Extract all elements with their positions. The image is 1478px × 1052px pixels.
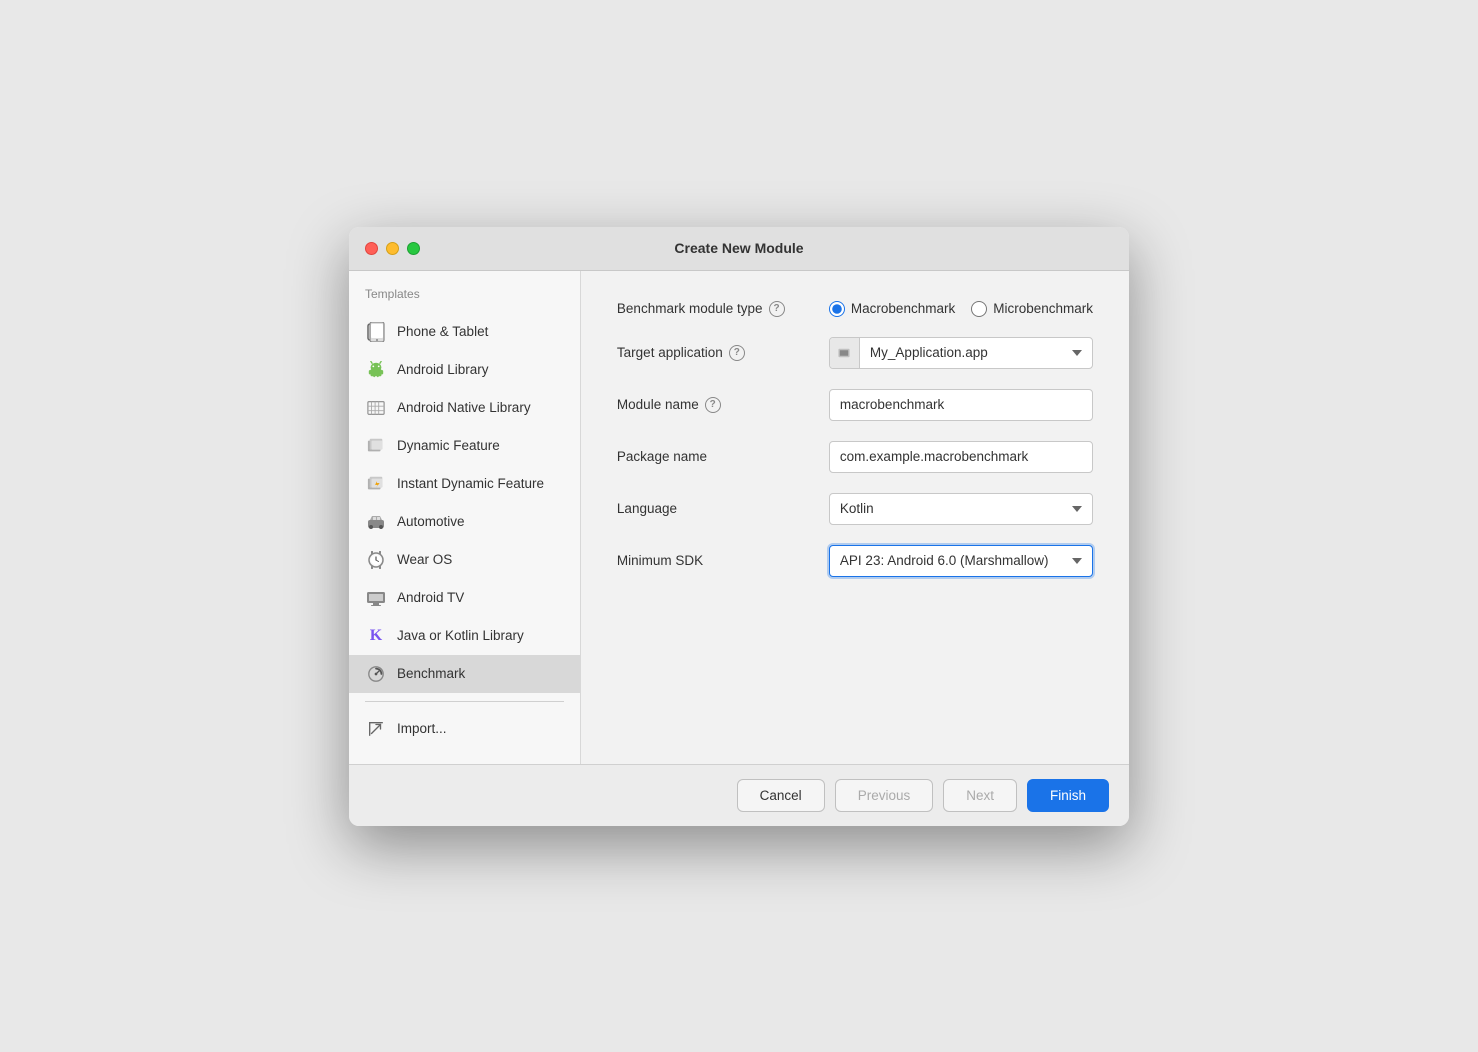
finish-button[interactable]: Finish [1027,779,1109,812]
target-application-select[interactable]: My_Application.app [860,339,1092,366]
sidebar-item-dynamic-feature[interactable]: Dynamic Feature [349,427,580,465]
macrobenchmark-radio-input[interactable] [829,301,845,317]
instant-dynamic-feature-icon [365,473,387,495]
module-name-label: Module name ? [617,397,817,413]
android-native-library-icon [365,397,387,419]
cancel-button[interactable]: Cancel [737,779,825,812]
sidebar-item-java-kotlin-library-label: Java or Kotlin Library [397,628,524,643]
module-name-row: Module name ? [617,389,1093,421]
benchmark-module-type-row: Benchmark module type ? Macrobenchmark M… [617,301,1093,317]
import-icon [365,718,387,740]
sidebar-divider [365,701,564,702]
sidebar-item-java-kotlin-library[interactable]: K Java or Kotlin Library [349,617,580,655]
target-application-select-wrapper: My_Application.app [829,337,1093,369]
benchmark-icon [365,663,387,685]
module-name-input[interactable] [829,389,1093,421]
language-label: Language [617,501,817,516]
sidebar-item-android-native-library[interactable]: Android Native Library [349,389,580,427]
microbenchmark-radio-input[interactable] [971,301,987,317]
benchmark-module-type-label: Benchmark module type ? [617,301,817,317]
benchmark-module-type-help[interactable]: ? [769,301,785,317]
maximize-button[interactable] [407,242,420,255]
microbenchmark-radio[interactable]: Microbenchmark [971,301,1093,317]
macrobenchmark-radio[interactable]: Macrobenchmark [829,301,955,317]
language-select[interactable]: Kotlin Java [829,493,1093,525]
minimum-sdk-row: Minimum SDK API 23: Android 6.0 (Marshma… [617,545,1093,577]
right-panel: Benchmark module type ? Macrobenchmark M… [581,271,1129,764]
create-new-module-dialog: Create New Module Templates Phone & Tabl… [349,227,1129,826]
sidebar-item-automotive-label: Automotive [397,514,465,529]
sidebar-item-import-label: Import... [397,721,447,736]
package-name-input[interactable] [829,441,1093,473]
target-application-help[interactable]: ? [729,345,745,361]
close-button[interactable] [365,242,378,255]
sidebar-item-android-library[interactable]: Android Library [349,351,580,389]
microbenchmark-label: Microbenchmark [993,301,1093,316]
sidebar-item-benchmark-label: Benchmark [397,666,465,681]
minimum-sdk-select[interactable]: API 23: Android 6.0 (Marshmallow) API 21… [829,545,1093,577]
target-application-label: Target application ? [617,345,817,361]
sidebar-item-android-native-library-label: Android Native Library [397,400,531,415]
macrobenchmark-label: Macrobenchmark [851,301,955,316]
dynamic-feature-icon [365,435,387,457]
sidebar-section-label: Templates [349,287,580,313]
sidebar-item-import[interactable]: Import... [349,710,580,748]
sidebar-item-wear-os[interactable]: Wear OS [349,541,580,579]
sidebar-item-automotive[interactable]: Automotive [349,503,580,541]
next-button[interactable]: Next [943,779,1017,812]
package-name-label: Package name [617,449,817,464]
automotive-icon [365,511,387,533]
title-bar: Create New Module [349,227,1129,271]
sidebar-item-dynamic-feature-label: Dynamic Feature [397,438,500,453]
android-library-icon [365,359,387,381]
android-tv-icon [365,587,387,609]
java-kotlin-icon: K [365,625,387,647]
dialog-footer: Cancel Previous Next Finish [349,764,1129,826]
sidebar-item-android-library-label: Android Library [397,362,489,377]
target-app-icon [830,338,860,368]
sidebar-item-android-tv[interactable]: Android TV [349,579,580,617]
target-application-row: Target application ? My_Application.app [617,337,1093,369]
package-name-row: Package name [617,441,1093,473]
dialog-body: Templates Phone & Tablet [349,271,1129,764]
minimize-button[interactable] [386,242,399,255]
wear-os-icon [365,549,387,571]
sidebar-item-phone-tablet-label: Phone & Tablet [397,324,488,339]
previous-button[interactable]: Previous [835,779,934,812]
sidebar: Templates Phone & Tablet [349,271,581,764]
sidebar-item-instant-dynamic-feature-label: Instant Dynamic Feature [397,476,544,491]
minimum-sdk-label: Minimum SDK [617,553,817,568]
language-row: Language Kotlin Java [617,493,1093,525]
sidebar-item-wear-os-label: Wear OS [397,552,452,567]
module-name-help[interactable]: ? [705,397,721,413]
sidebar-item-instant-dynamic-feature[interactable]: Instant Dynamic Feature [349,465,580,503]
traffic-lights [365,242,420,255]
sidebar-item-phone-tablet[interactable]: Phone & Tablet [349,313,580,351]
phone-tablet-icon [365,321,387,343]
dialog-title: Create New Module [674,240,803,256]
sidebar-item-android-tv-label: Android TV [397,590,464,605]
radio-group: Macrobenchmark Microbenchmark [829,301,1093,317]
sidebar-item-benchmark[interactable]: Benchmark [349,655,580,693]
